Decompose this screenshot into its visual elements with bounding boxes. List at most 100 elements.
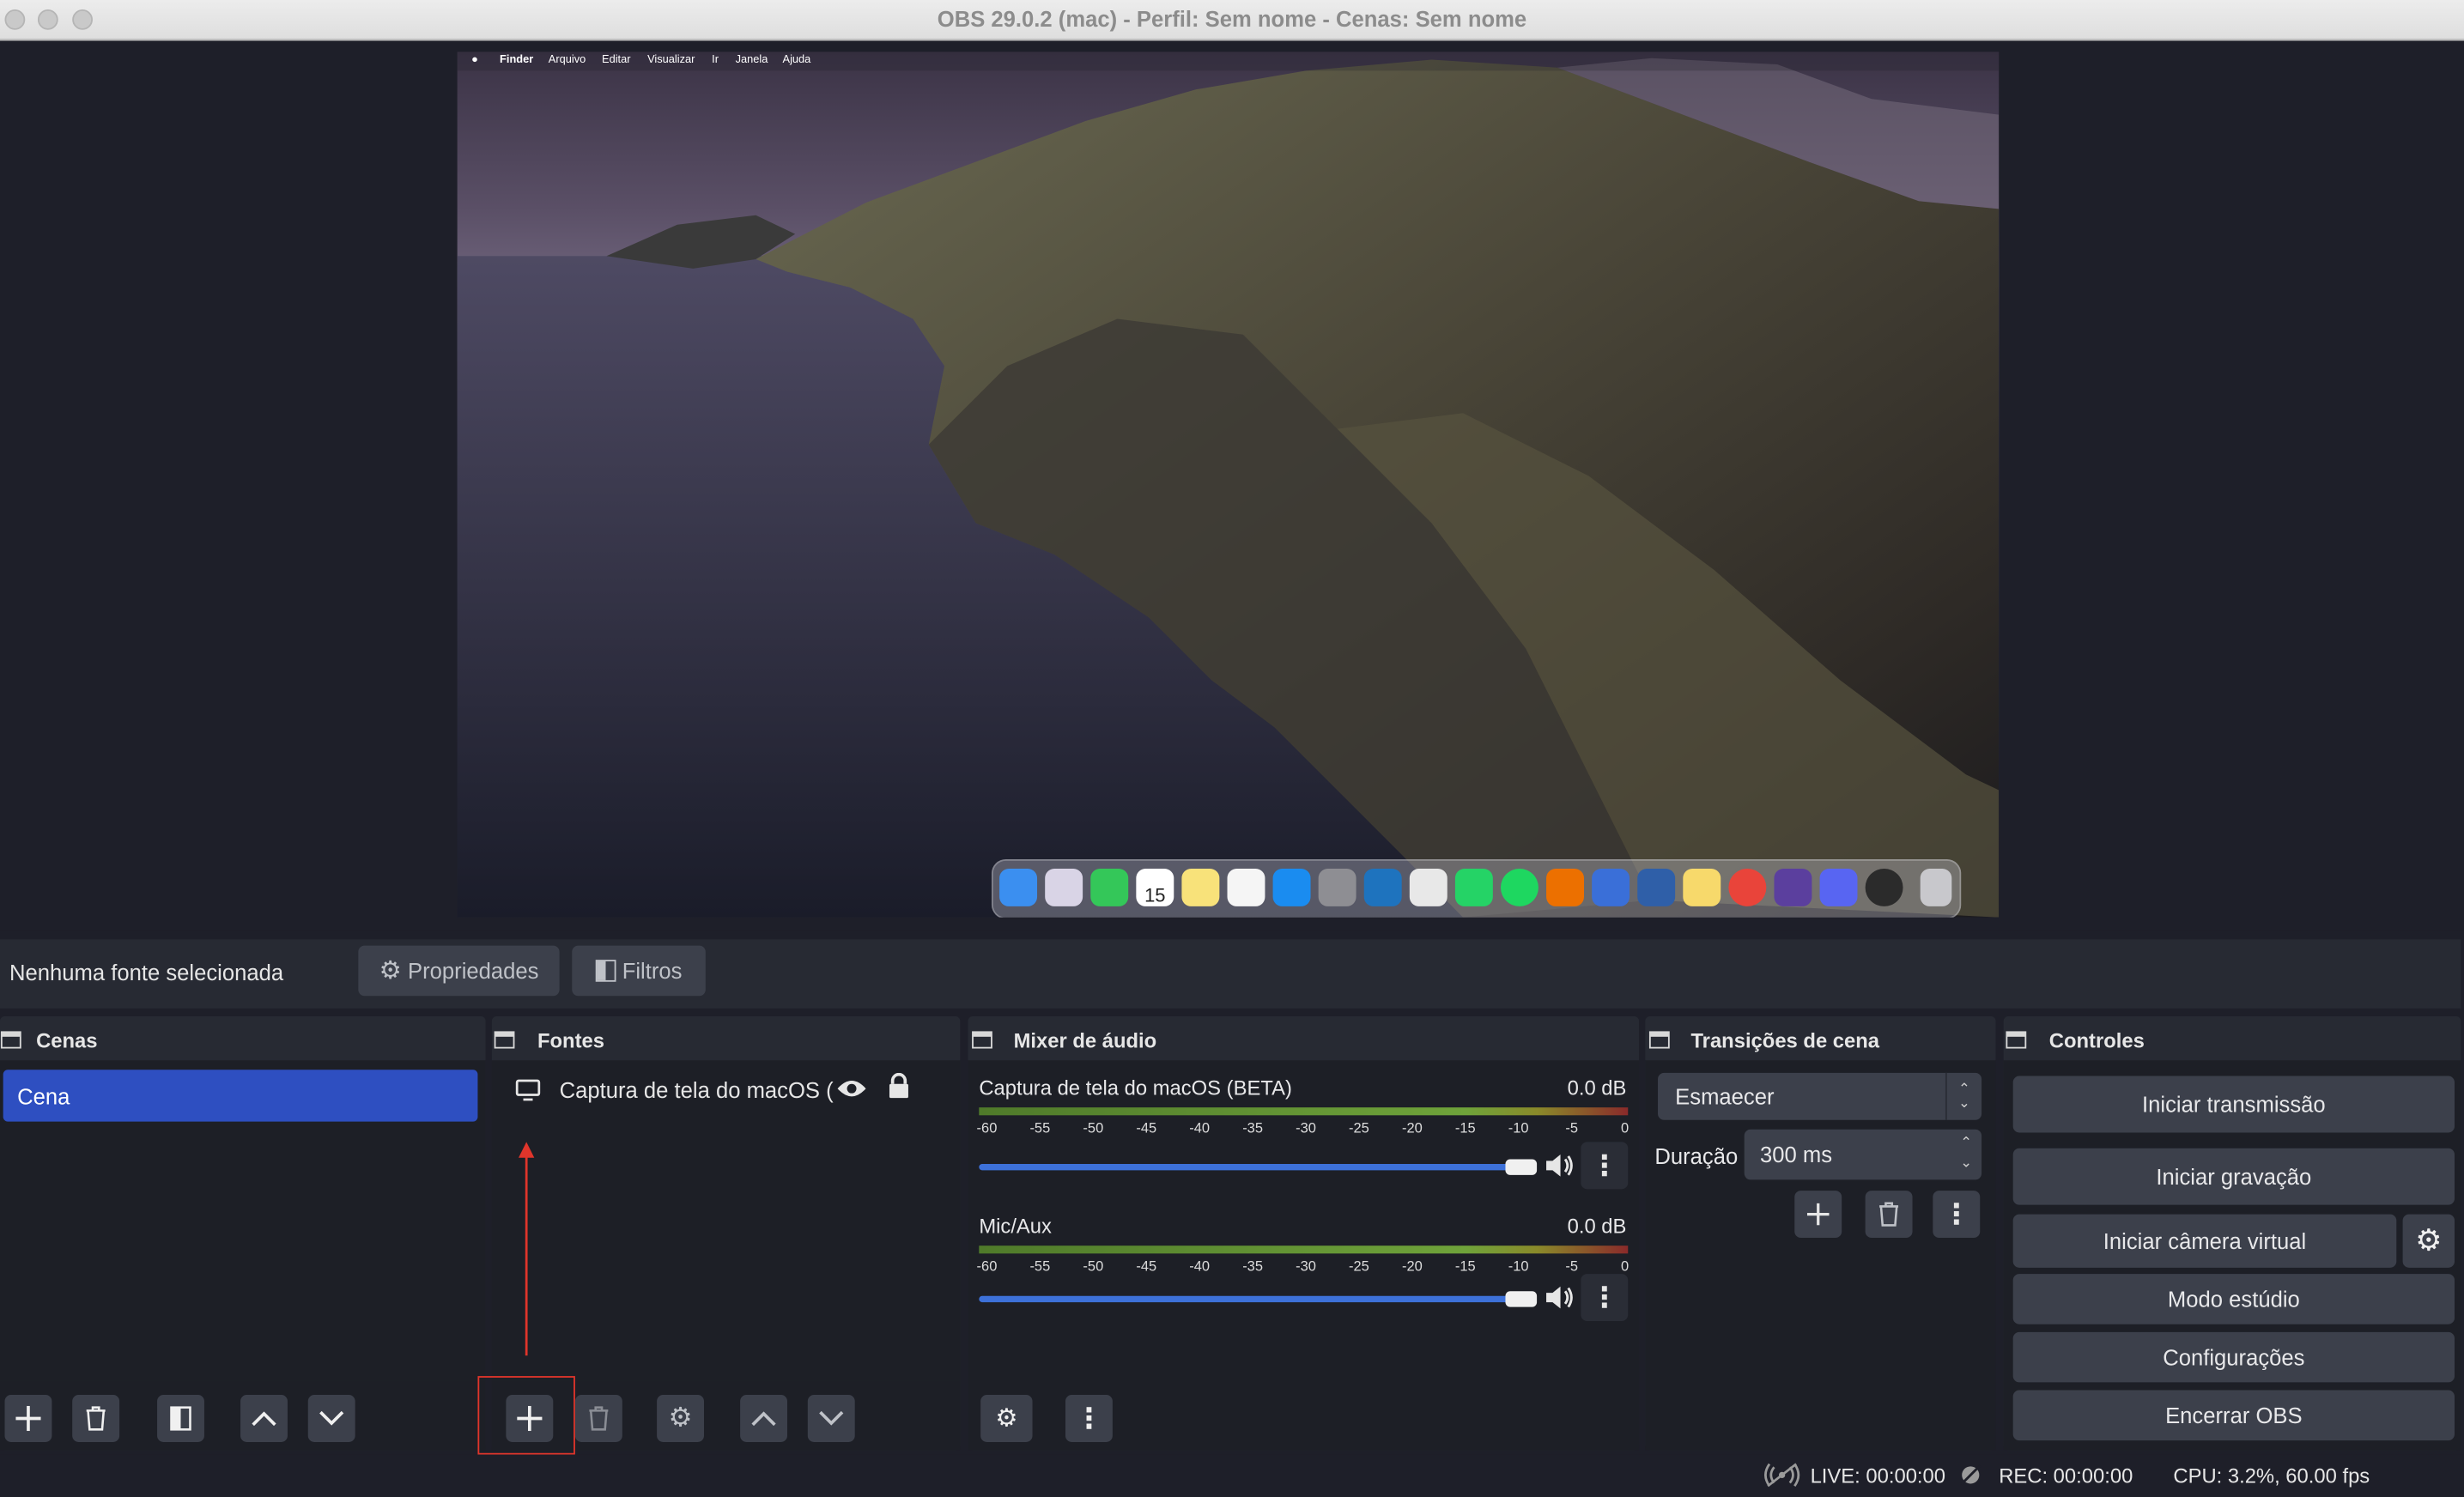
start-recording-button[interactable]: Iniciar gravação bbox=[2012, 1148, 2455, 1205]
advanced-audio-properties-button[interactable]: ⚙ bbox=[980, 1395, 1033, 1442]
live-timer: LIVE: 00:00:00 bbox=[1810, 1464, 1946, 1488]
rec-timer: REC: 00:00:00 bbox=[1999, 1464, 2133, 1488]
volume-slider[interactable] bbox=[979, 1295, 1529, 1303]
properties-label: Propriedades bbox=[408, 958, 539, 984]
macos-menubar: ● Finder Arquivo Editar Visualizar Ir Ja… bbox=[457, 52, 2000, 71]
more-vertical-icon: ⋮ bbox=[1942, 1197, 1971, 1229]
cpu-fps-readout: CPU: 3.2%, 60.00 fps bbox=[2173, 1464, 2370, 1488]
dock-float-icon[interactable] bbox=[494, 1027, 516, 1050]
controls-header: Controles bbox=[2004, 1016, 2461, 1060]
settings-button[interactable]: Configurações bbox=[2012, 1331, 2455, 1383]
controls-title: Controles bbox=[2048, 1028, 2145, 1053]
add-scene-button[interactable] bbox=[4, 1395, 52, 1442]
remove-scene-button[interactable] bbox=[72, 1395, 120, 1442]
preview-canvas[interactable]: ● Finder Arquivo Editar Visualizar Ir Ja… bbox=[457, 52, 2000, 918]
discord-icon bbox=[1819, 868, 1858, 906]
speaker-icon[interactable] bbox=[1543, 1283, 1575, 1312]
mixer-channel: Captura de tela do macOS (BETA) 0.0 dB -… bbox=[968, 1060, 1640, 1192]
app-store-icon bbox=[1272, 868, 1311, 906]
dock-float-icon[interactable] bbox=[0, 1027, 22, 1050]
volume-slider-knob[interactable] bbox=[1505, 1291, 1538, 1307]
mixer-menu-button[interactable]: ⋮ bbox=[1065, 1395, 1113, 1442]
scale-tick: -45 bbox=[1136, 1119, 1157, 1136]
scale-tick: -30 bbox=[1296, 1258, 1316, 1275]
dock-float-icon[interactable] bbox=[2006, 1027, 2028, 1050]
lock-icon[interactable] bbox=[888, 1072, 910, 1100]
meter-scale: -60 -55 -50 -45 -40 -35 -30 -25 -20 -15 … bbox=[977, 1258, 1630, 1277]
source-item[interactable]: Captura de tela do macOS ( bbox=[492, 1067, 960, 1114]
studio-mode-button[interactable]: Modo estúdio bbox=[2012, 1274, 2455, 1324]
macos-dock: 15 bbox=[991, 859, 1962, 918]
move-scene-up-button[interactable] bbox=[240, 1395, 288, 1442]
chevron-updown-icon: ⌃ ⌄ bbox=[1945, 1072, 1982, 1120]
filters-icon bbox=[595, 960, 616, 982]
sources-header: Fontes bbox=[492, 1016, 960, 1060]
title-bar: OBS 29.0.2 (mac) - Perfil: Sem nome - Ce… bbox=[0, 0, 2464, 41]
add-transition-button[interactable] bbox=[1794, 1191, 1842, 1239]
channel-level: 0.0 dB bbox=[1567, 1214, 1627, 1239]
remove-source-button[interactable] bbox=[574, 1395, 622, 1442]
vscode-icon bbox=[1363, 868, 1402, 906]
scale-tick: -30 bbox=[1296, 1119, 1316, 1136]
duration-spinbox[interactable]: 300 ms ⌃ ⌄ bbox=[1744, 1129, 1982, 1180]
mixer-header: Mixer de áudio bbox=[968, 1016, 1640, 1060]
gear-icon: ⚙ bbox=[379, 958, 402, 985]
scale-tick: -40 bbox=[1189, 1258, 1211, 1275]
transitions-body: Esmaecer ⌃ ⌄ Duração 300 ms ⌃ ⌄ ⋮ bbox=[1645, 1060, 1996, 1451]
visibility-eye-icon[interactable] bbox=[836, 1076, 868, 1101]
scene-filters-button[interactable] bbox=[157, 1395, 204, 1442]
filters-button[interactable]: Filtros bbox=[572, 945, 706, 997]
properties-button[interactable]: ⚙ Propriedades bbox=[358, 945, 560, 997]
add-source-button[interactable] bbox=[506, 1395, 554, 1442]
stickies-icon bbox=[1683, 868, 1721, 906]
transition-select[interactable]: Esmaecer ⌃ ⌄ bbox=[1658, 1072, 1982, 1120]
transitions-title: Transições de cena bbox=[1690, 1028, 1880, 1053]
finder-icon bbox=[999, 868, 1038, 906]
volume-slider[interactable] bbox=[979, 1164, 1529, 1171]
more-vertical-icon: ⋮ bbox=[1074, 1402, 1103, 1433]
channel-level: 0.0 dB bbox=[1567, 1076, 1627, 1100]
source-item-label: Captura de tela do macOS ( bbox=[559, 1077, 834, 1103]
volume-slider-knob[interactable] bbox=[1505, 1159, 1538, 1175]
scenes-title: Cenas bbox=[36, 1028, 98, 1053]
sources-title: Fontes bbox=[537, 1028, 605, 1053]
sources-list: Captura de tela do macOS ( bbox=[491, 1060, 961, 1381]
move-scene-down-button[interactable] bbox=[307, 1395, 355, 1442]
source-properties-button[interactable]: ⚙ bbox=[657, 1395, 704, 1442]
dock-float-icon[interactable] bbox=[1648, 1027, 1671, 1050]
trash-icon bbox=[589, 1406, 609, 1431]
gears-icon: ⚙ bbox=[995, 1405, 1018, 1433]
meter-scale: -60 -55 -50 -45 -40 -35 -30 -25 -20 -15 … bbox=[977, 1119, 1630, 1139]
audio-mixer-dock: Mixer de áudio Captura de tela do macOS … bbox=[968, 1016, 1640, 1451]
scale-tick: -40 bbox=[1189, 1119, 1211, 1136]
spin-updown-icon[interactable]: ⌃ ⌄ bbox=[1960, 1132, 1972, 1173]
duration-label: Duração bbox=[1654, 1143, 1739, 1169]
dock-float-icon[interactable] bbox=[971, 1027, 993, 1050]
scale-tick: -25 bbox=[1349, 1119, 1369, 1136]
virtual-camera-settings-button[interactable]: ⚙ bbox=[2402, 1214, 2455, 1268]
move-source-up-button[interactable] bbox=[740, 1395, 788, 1442]
remove-transition-button[interactable] bbox=[1865, 1191, 1913, 1239]
exit-button[interactable]: Encerrar OBS bbox=[2012, 1390, 2455, 1441]
plus-icon bbox=[1806, 1203, 1830, 1226]
move-source-down-button[interactable] bbox=[807, 1395, 855, 1442]
scenes-dock: Cenas Cena bbox=[0, 1016, 486, 1451]
menubar-editar: Editar bbox=[602, 55, 631, 66]
scale-tick: -25 bbox=[1349, 1258, 1369, 1275]
start-streaming-button[interactable]: Iniciar transmissão bbox=[2012, 1076, 2455, 1133]
scale-tick: 0 bbox=[1620, 1119, 1630, 1136]
scale-tick: -10 bbox=[1508, 1119, 1529, 1136]
scale-tick: -5 bbox=[1565, 1119, 1579, 1136]
scale-tick: 0 bbox=[1620, 1258, 1630, 1275]
volume-meter bbox=[979, 1107, 1629, 1116]
scenes-header: Cenas bbox=[0, 1016, 486, 1060]
speaker-icon[interactable] bbox=[1543, 1151, 1575, 1179]
scene-item[interactable]: Cena bbox=[3, 1070, 478, 1122]
obs-dock-icon bbox=[1865, 868, 1903, 906]
channel-menu-button[interactable]: ⋮ bbox=[1581, 1274, 1629, 1322]
transition-properties-button[interactable]: ⋮ bbox=[1933, 1191, 1981, 1239]
start-virtual-camera-button[interactable]: Iniciar câmera virtual bbox=[2012, 1214, 2397, 1268]
channel-menu-button[interactable]: ⋮ bbox=[1581, 1142, 1629, 1190]
more-vertical-icon: ⋮ bbox=[1590, 1281, 1619, 1312]
calendar-day: 15 bbox=[1144, 884, 1166, 906]
